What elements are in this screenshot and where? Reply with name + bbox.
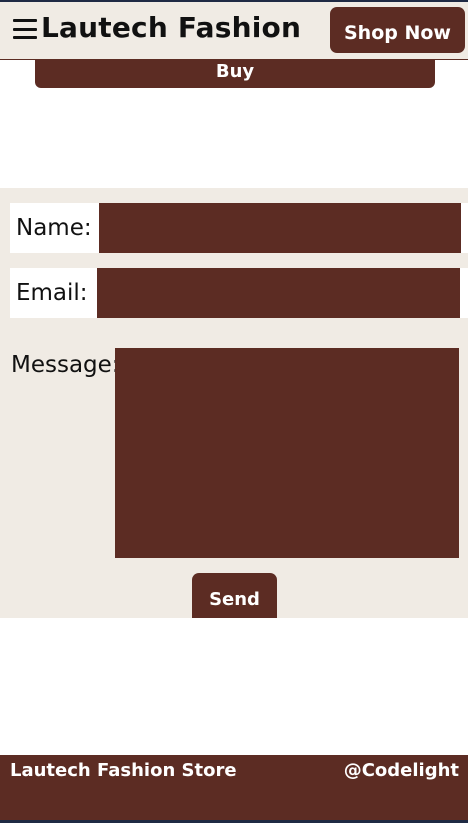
name-field-edge	[461, 203, 468, 253]
footer-store-name: Lautech Fashion Store	[10, 760, 237, 781]
message-textarea[interactable]	[115, 348, 459, 558]
name-field[interactable]	[99, 203, 461, 253]
send-button[interactable]: Send	[192, 573, 277, 618]
contact-form: Name: Email: Message: Send	[0, 188, 468, 618]
footer: Lautech Fashion Store @Codelight	[0, 755, 468, 823]
email-label: Email:	[10, 268, 97, 318]
email-field-edge	[460, 268, 468, 318]
top-header: Lautech Fashion Shop Now	[0, 0, 468, 60]
email-field[interactable]	[97, 268, 460, 318]
shop-now-button[interactable]: Shop Now	[330, 7, 465, 53]
buy-button[interactable]: Buy	[35, 60, 435, 88]
footer-credit: @Codelight	[343, 760, 459, 781]
message-label: Message:	[11, 352, 120, 378]
name-label: Name:	[10, 203, 99, 253]
hamburger-menu-icon[interactable]	[13, 19, 37, 39]
brand-title: Lautech Fashion	[41, 11, 302, 44]
